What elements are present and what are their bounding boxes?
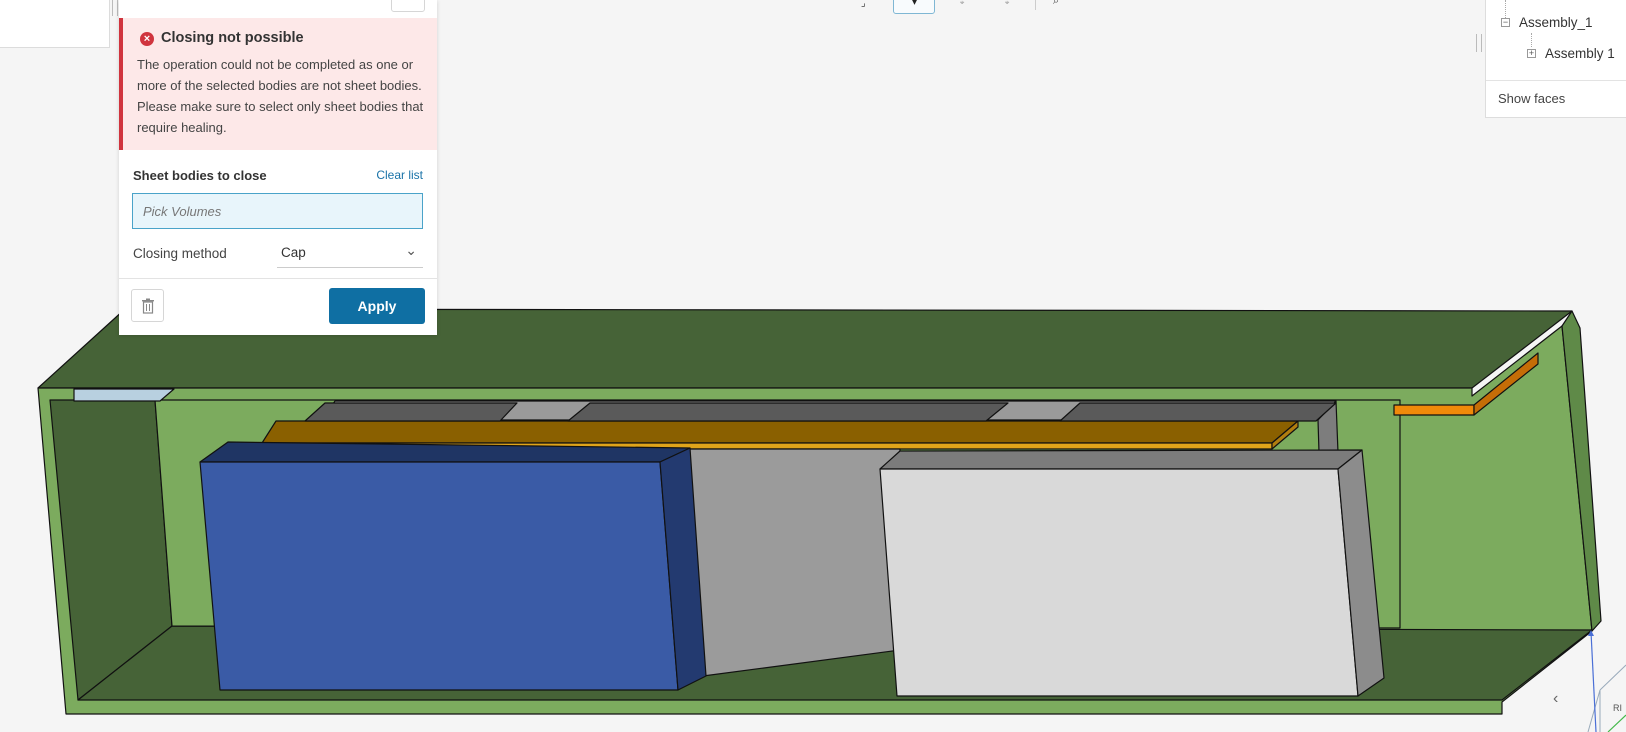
closing-method-value: Cap bbox=[281, 245, 306, 260]
light-block-top bbox=[879, 449, 1363, 470]
chip-1 bbox=[304, 402, 518, 422]
middle-grey-block bbox=[682, 448, 901, 677]
error-circle-icon: × bbox=[140, 32, 154, 46]
toolbar-search-icon[interactable]: ⌕ bbox=[1053, 0, 1059, 8]
show-faces-toggle[interactable]: Show faces bbox=[1498, 91, 1565, 106]
light-blue-part bbox=[73, 388, 175, 402]
apply-button[interactable]: Apply bbox=[329, 288, 425, 324]
tree-divider bbox=[1486, 80, 1626, 81]
orange-part-front bbox=[1393, 404, 1475, 416]
chevron-down-icon: ⌄ bbox=[405, 242, 417, 258]
clear-list-link[interactable]: Clear list bbox=[376, 168, 423, 182]
collapse-toggle-icon[interactable]: − bbox=[1501, 18, 1510, 27]
select-arrow-icon: ▾ bbox=[912, 0, 918, 8]
tree-connector bbox=[1505, 0, 1507, 18]
pcb-board-top bbox=[261, 420, 1299, 444]
toolbar-tool-icon-a[interactable]: ⇣ bbox=[958, 0, 966, 7]
tree-connector bbox=[1531, 33, 1533, 47]
pick-volumes-input[interactable] bbox=[132, 193, 423, 229]
left-side-panel bbox=[0, 0, 110, 48]
assembly-tree-panel: − Assembly_1 + Assembly 1 Show faces bbox=[1485, 0, 1626, 118]
blue-block-front bbox=[199, 461, 679, 691]
expand-toggle-icon[interactable]: + bbox=[1527, 49, 1536, 58]
error-message: The operation could not be completed as … bbox=[137, 57, 424, 135]
chevron-left-icon[interactable]: ‹ bbox=[1553, 690, 1558, 708]
dialog-header-button[interactable] bbox=[391, 0, 425, 12]
trash-icon bbox=[142, 298, 154, 314]
tree-item-assembly-child[interactable]: Assembly 1 bbox=[1545, 46, 1615, 61]
light-block-front bbox=[879, 468, 1359, 697]
tree-panel-resize-grip[interactable] bbox=[1476, 34, 1482, 52]
sheet-bodies-label: Sheet bodies to close bbox=[133, 168, 267, 183]
error-notification: × Closing not possible The operation cou… bbox=[119, 18, 437, 150]
dialog-divider bbox=[119, 278, 437, 279]
error-title: Closing not possible bbox=[161, 30, 304, 46]
closing-method-label: Closing method bbox=[133, 246, 227, 261]
toolbar-separator bbox=[1035, 0, 1036, 10]
viewcube bbox=[1587, 630, 1626, 732]
toolbar-tool-left-icon[interactable]: ⌟ bbox=[861, 0, 866, 9]
chip-3 bbox=[1059, 402, 1337, 422]
panel-resize-grip[interactable] bbox=[112, 0, 118, 16]
toolbar-active-tool-button[interactable]: ▾ bbox=[893, 0, 935, 14]
close-bodies-dialog: × Closing not possible The operation cou… bbox=[119, 0, 437, 335]
tree-item-assembly-root[interactable]: Assembly_1 bbox=[1519, 15, 1593, 30]
chip-2 bbox=[567, 402, 1009, 422]
viewcube-face-label: RI bbox=[1613, 703, 1622, 713]
delete-button[interactable] bbox=[131, 289, 164, 322]
toolbar-tool-icon-b[interactable]: ⇣ bbox=[1003, 0, 1011, 7]
closing-method-select[interactable]: Cap ⌄ bbox=[277, 238, 423, 268]
